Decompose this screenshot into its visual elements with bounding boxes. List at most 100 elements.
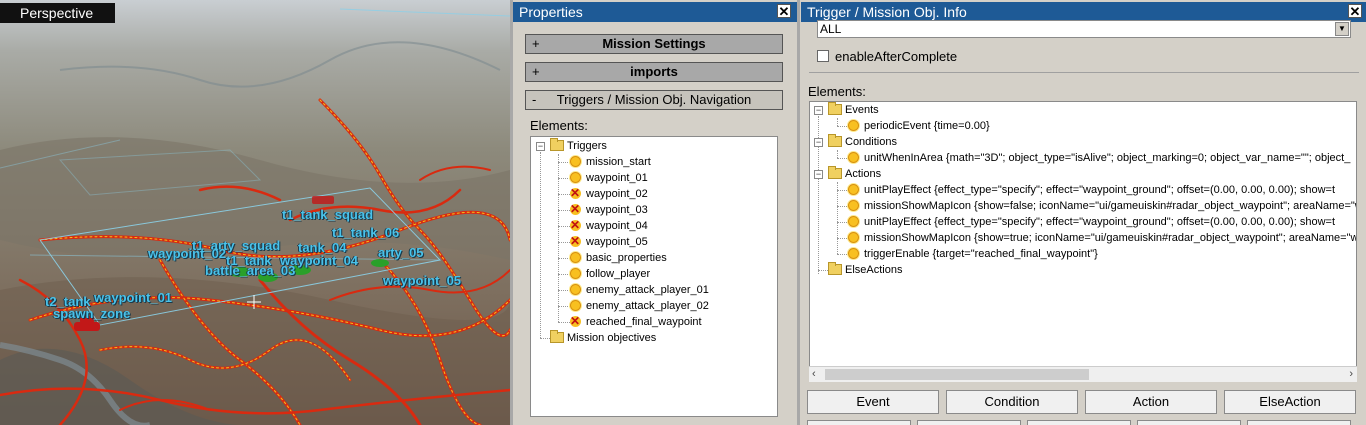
tree-item-action[interactable]: unitPlayEffect {effect_type="specify"; e…: [848, 182, 1335, 198]
elements-label: Elements:: [808, 84, 866, 99]
triggers-tree[interactable]: − Triggers mission_start waypoint_01 way…: [530, 136, 778, 417]
folder-icon: [828, 134, 842, 147]
folder-icon: [828, 102, 842, 115]
action-icon: [848, 184, 859, 195]
active-trigger-icon: [570, 156, 581, 167]
add-else-action-button[interactable]: ElseAction: [1224, 390, 1356, 414]
tree-folder-conditions[interactable]: Conditions: [828, 134, 897, 150]
pane-splitter[interactable]: [797, 0, 800, 425]
collapse-icon[interactable]: −: [814, 138, 823, 147]
secondary-button[interactable]: [1137, 420, 1241, 425]
waypoint-label[interactable]: waypoint_02: [148, 246, 226, 261]
chevron-left-icon[interactable]: ‹: [812, 368, 816, 380]
tree-item-condition[interactable]: unitWhenInArea {math="3D"; object_type="…: [848, 150, 1350, 166]
area-label[interactable]: spawn_zone: [53, 306, 130, 321]
disabled-trigger-icon: [570, 313, 581, 329]
unit-label[interactable]: arty_05: [378, 245, 424, 260]
checkbox-label: enableAfterComplete: [835, 49, 958, 64]
secondary-button[interactable]: [807, 420, 911, 425]
add-event-button[interactable]: Event: [807, 390, 939, 414]
chevron-right-icon[interactable]: ›: [1349, 368, 1353, 380]
collapse-icon[interactable]: −: [814, 106, 823, 115]
trigger-elements-tree[interactable]: − Events periodicEvent {time=0.00} − Con…: [809, 101, 1357, 366]
tree-item-event[interactable]: periodicEvent {time=0.00}: [848, 118, 990, 134]
collapse-icon[interactable]: −: [536, 142, 545, 151]
tree-item-trigger[interactable]: mission_start: [570, 154, 651, 170]
action-icon: [848, 200, 859, 211]
tree-item-trigger[interactable]: follow_player: [570, 266, 650, 282]
unit-label[interactable]: t1_tank_squad: [282, 207, 373, 222]
active-trigger-icon: [570, 300, 581, 311]
tree-item-trigger[interactable]: enemy_attack_player_02: [570, 298, 709, 314]
chevron-down-icon[interactable]: ▼: [1335, 22, 1349, 36]
imports-section[interactable]: + imports: [525, 62, 783, 82]
tree-item-action[interactable]: missionShowMapIcon {show=false; iconName…: [848, 198, 1356, 214]
section-label: Mission Settings: [602, 36, 706, 51]
action-icon: [848, 216, 859, 227]
tree-item-trigger[interactable]: waypoint_04: [570, 217, 648, 234]
tree-item-trigger[interactable]: reached_final_waypoint: [570, 313, 702, 330]
secondary-button[interactable]: [1027, 420, 1131, 425]
collapse-icon[interactable]: −: [814, 170, 823, 179]
elements-label: Elements:: [530, 118, 588, 133]
area-label[interactable]: battle_area_03: [205, 263, 295, 278]
active-trigger-icon: [570, 252, 581, 263]
tree-item-trigger[interactable]: waypoint_02: [570, 185, 648, 202]
waypoint-label[interactable]: waypoint_01: [94, 290, 172, 305]
tree-item-trigger[interactable]: enemy_attack_player_01: [570, 282, 709, 298]
tree-folder-else-actions[interactable]: ElseActions: [828, 262, 902, 278]
unit-label[interactable]: t1_tank_06: [332, 225, 399, 240]
scope-select-value: ALL: [820, 22, 842, 36]
active-trigger-icon: [570, 172, 581, 183]
disabled-trigger-icon: [570, 185, 581, 201]
active-trigger-icon: [570, 284, 581, 295]
tree-item-trigger[interactable]: waypoint_03: [570, 201, 648, 218]
checkbox-icon[interactable]: [817, 50, 829, 62]
tree-item-action[interactable]: triggerEnable {target="reached_final_way…: [848, 246, 1098, 262]
mission-settings-section[interactable]: + Mission Settings: [525, 34, 783, 54]
add-condition-button[interactable]: Condition: [946, 390, 1078, 414]
tree-item-trigger[interactable]: waypoint_05: [570, 233, 648, 250]
trigger-info-panel: Trigger / Mission Obj. Info ✕ ALL ▼ enab…: [801, 0, 1366, 425]
properties-titlebar: Properties: [513, 2, 797, 22]
tree-folder-events[interactable]: Events: [828, 102, 879, 118]
tree-item-trigger[interactable]: waypoint_01: [570, 170, 648, 186]
folder-icon: [550, 330, 564, 343]
waypoint-label[interactable]: waypoint_05: [383, 273, 461, 288]
horizontal-scrollbar[interactable]: ‹ ›: [809, 366, 1357, 382]
scrollbar-thumb[interactable]: [825, 369, 1089, 380]
tree-item-action[interactable]: unitPlayEffect {effect_type="specify"; e…: [848, 214, 1335, 230]
tree-folder-mission-objectives[interactable]: Mission objectives: [550, 330, 656, 346]
secondary-button[interactable]: [917, 420, 1021, 425]
section-label: Triggers / Mission Obj. Navigation: [556, 92, 752, 107]
folder-icon: [550, 138, 564, 151]
group-divider: [809, 72, 1359, 73]
enable-after-complete-checkbox[interactable]: enableAfterComplete: [817, 49, 957, 64]
tree-item-action[interactable]: missionShowMapIcon {show=true; iconName=…: [848, 230, 1356, 246]
tree-folder-triggers[interactable]: Triggers: [550, 138, 607, 154]
triggers-navigation-section[interactable]: - Triggers / Mission Obj. Navigation: [525, 90, 783, 110]
properties-title: Properties: [519, 4, 583, 20]
active-trigger-icon: [570, 268, 581, 279]
tree-item-trigger[interactable]: basic_properties: [570, 250, 667, 266]
expand-toggle: +: [532, 36, 540, 51]
close-icon[interactable]: ✕: [777, 4, 791, 18]
close-icon[interactable]: ✕: [1348, 4, 1362, 18]
tree-folder-actions[interactable]: Actions: [828, 166, 881, 182]
viewport-mode-label[interactable]: Perspective: [0, 3, 116, 23]
collapse-toggle: -: [532, 92, 537, 107]
folder-icon: [828, 262, 842, 275]
disabled-trigger-icon: [570, 233, 581, 249]
folder-icon: [828, 166, 842, 179]
condition-icon: [848, 152, 859, 163]
secondary-button[interactable]: [1247, 420, 1351, 425]
event-icon: [848, 120, 859, 131]
trigger-info-titlebar: Trigger / Mission Obj. Info: [801, 2, 1366, 22]
scope-select[interactable]: ALL ▼: [817, 20, 1351, 38]
perspective-viewport[interactable]: Perspective t1_tank_squad t1_tank_06 t1_…: [0, 0, 510, 425]
section-label: imports: [630, 64, 678, 79]
add-action-button[interactable]: Action: [1085, 390, 1217, 414]
properties-panel: Properties ✕ + Mission Settings + import…: [513, 0, 797, 425]
trigger-info-title: Trigger / Mission Obj. Info: [807, 4, 967, 20]
terrain-view[interactable]: [0, 0, 510, 425]
